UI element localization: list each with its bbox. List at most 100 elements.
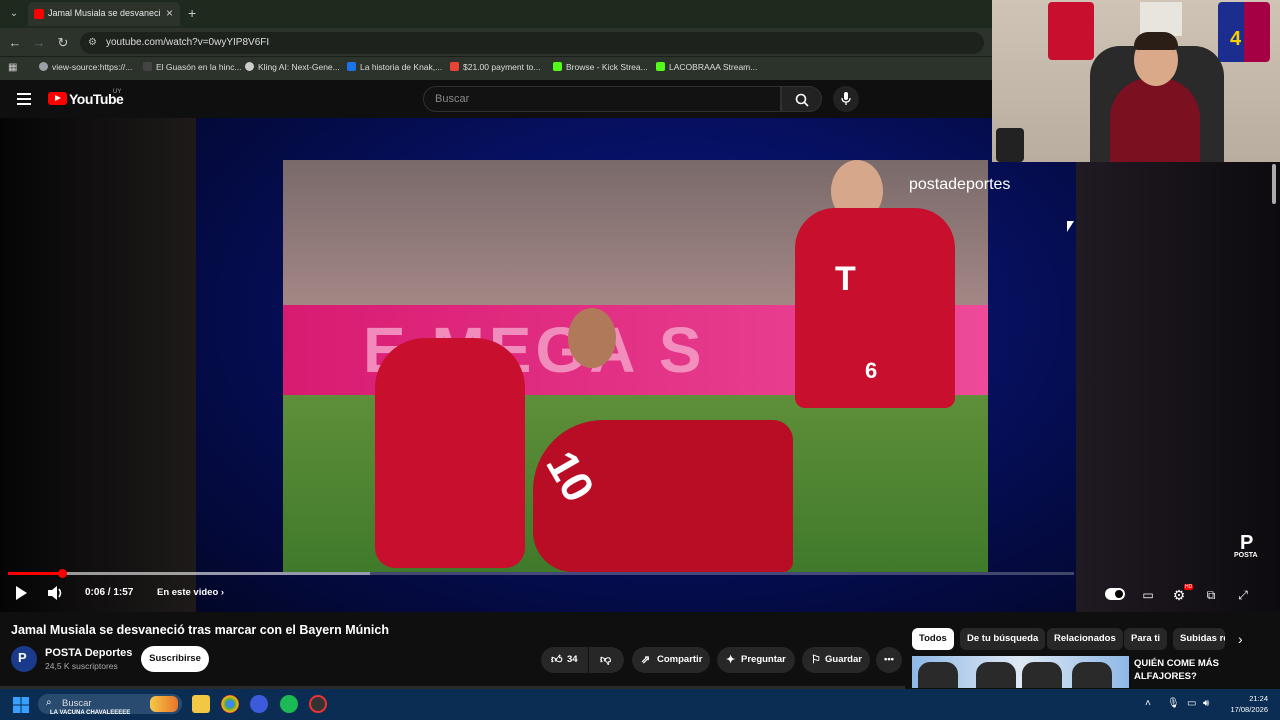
bookmark-item[interactable]: El Guasón en la hinc... (143, 62, 242, 72)
miniplayer-button[interactable]: ⧉ (1202, 585, 1220, 605)
bookmark-label: La historia de Knak,... (360, 62, 443, 72)
progress-played (8, 572, 63, 575)
miniplayer-icon: ⧉ (1206, 588, 1216, 602)
ea-app-icon[interactable] (250, 695, 268, 713)
like-button[interactable]: 👍︎ 34 (541, 647, 588, 673)
bookmark-favicon-icon (143, 62, 152, 71)
thumbnail-person (1072, 662, 1112, 688)
search-icon: ⌕ (46, 697, 52, 708)
bookmark-item[interactable]: view-source:https://... (39, 62, 132, 72)
tab-search-icon[interactable]: ⌄ (6, 6, 22, 22)
chrome-icon[interactable] (221, 695, 239, 713)
video-frame-image: E MEGA S T 6 10 (283, 160, 988, 572)
ask-button[interactable]: ✦ Preguntar (717, 647, 795, 673)
menu-icon[interactable] (17, 93, 31, 105)
clock-date: 17/08/2026 (1230, 705, 1268, 714)
subtitles-icon: ▭ (1142, 588, 1154, 602)
more-actions-button[interactable]: ••• (876, 647, 902, 673)
recommended-title[interactable]: QUIÉN COME MÁS ALFAJORES? (1134, 657, 1274, 683)
new-tab-button[interactable]: + (188, 5, 196, 21)
browser-tab[interactable]: Jamal Musiala se desvaneció tras marcar … (28, 2, 180, 26)
bookmark-item[interactable]: Browse - Kick Strea... (553, 62, 648, 72)
bookmarks-bar: ▦ view-source:https://... El Guasón en l… (0, 56, 992, 80)
save-button[interactable]: ⚐ Guardar (802, 647, 870, 673)
site-info-icon[interactable]: ⚙ (88, 37, 97, 48)
channel-watermark-logo[interactable]: P POSTA (1234, 532, 1264, 562)
close-tab-icon[interactable]: × (166, 6, 173, 20)
mouse-cursor-icon (1067, 221, 1074, 232)
voice-search-button[interactable] (833, 86, 859, 112)
apps-grid-icon[interactable]: ▦ (8, 62, 17, 73)
hd-badge: HD (1184, 584, 1194, 590)
recommended-thumbnail[interactable] (912, 656, 1129, 688)
network-icon[interactable]: ▭ (1187, 698, 1196, 709)
volume-icon (48, 586, 62, 600)
video-player[interactable]: E MEGA S T 6 10 postadeportes P POSTA 0:… (0, 118, 1280, 612)
speaker-icon[interactable]: 🔊︎ (1203, 698, 1209, 709)
bookmark-item[interactable]: LACOBRAAA Stream... (656, 62, 757, 72)
chip-todos[interactable]: Todos (912, 628, 954, 650)
obs-icon[interactable] (309, 695, 327, 713)
bookmark-label: Kling AI: Next-Gene... (258, 62, 340, 72)
subscriber-count: 24,5 K suscriptores (45, 661, 118, 671)
bookmark-item[interactable]: $21.00 payment to... (450, 62, 541, 72)
play-icon (16, 586, 27, 600)
taskbar-search-placeholder: Buscar (62, 698, 92, 709)
channel-avatar[interactable]: P (11, 646, 37, 672)
chip-relacionados[interactable]: Relacionados (1047, 628, 1123, 650)
file-explorer-icon[interactable] (192, 695, 210, 713)
dislike-button[interactable]: 👎︎ (589, 647, 624, 673)
bookmark-favicon-icon (347, 62, 356, 71)
reload-icon[interactable]: ↻ (55, 35, 71, 51)
chapters-label: En este video (157, 587, 219, 598)
page-scrollbar[interactable] (1272, 164, 1276, 204)
bookmark-item[interactable]: Kling AI: Next-Gene... (245, 62, 340, 72)
autoplay-toggle[interactable] (1105, 588, 1125, 600)
save-label: Guardar (825, 654, 862, 665)
search-button[interactable] (781, 86, 822, 112)
channel-name[interactable]: POSTA Deportes (45, 647, 132, 659)
youtube-logo-icon[interactable] (48, 92, 67, 105)
thumbnail-person (976, 662, 1016, 688)
thumbnail-person (1022, 662, 1062, 688)
chevron-up-icon[interactable]: ˄ (1145, 698, 1151, 709)
share-button[interactable]: ⇗ Compartir (632, 647, 710, 673)
chip-de-tu-busqueda[interactable]: De tu búsqueda (960, 628, 1046, 650)
spotify-icon[interactable] (280, 695, 298, 713)
bookmark-icon: ⚐ (811, 654, 821, 666)
video-title: Jamal Musiala se desvaneció tras marcar … (11, 623, 389, 637)
bookmark-item[interactable]: La historia de Knak,... (347, 62, 442, 72)
windows-start-icon[interactable] (13, 697, 29, 713)
search-icon (795, 93, 809, 107)
streamer-hair (1134, 32, 1178, 50)
fullscreen-button[interactable]: ⤢ (1234, 585, 1252, 605)
chevron-right-icon[interactable]: › (1238, 631, 1243, 647)
chevron-right-icon: › (220, 587, 225, 598)
kick-icon (656, 62, 665, 71)
chip-para-ti[interactable]: Para ti (1124, 628, 1168, 650)
jersey-number: 6 (865, 358, 878, 383)
address-toolbar: ← → ↻ ⚙ youtube.com/watch?v=0wyYIP8V6FI (0, 28, 992, 56)
subtitles-button[interactable]: ▭ (1139, 585, 1157, 605)
more-icon: ••• (884, 654, 894, 665)
taskbar-clock[interactable]: 21:24 17/08/2026 (1222, 693, 1268, 715)
gmail-icon (450, 62, 459, 71)
back-icon[interactable]: ← (7, 35, 23, 50)
play-button[interactable] (12, 585, 30, 605)
forward-icon[interactable]: → (31, 35, 47, 50)
bookmark-label: LACOBRAAA Stream... (669, 62, 758, 72)
search-input[interactable]: Buscar (423, 86, 781, 112)
clock-time: 21:24 (1249, 694, 1268, 703)
mute-button[interactable] (46, 585, 66, 605)
bookmark-label: $21.00 payment to... (463, 62, 541, 72)
youtube-header: YouTube UY Buscar (0, 80, 992, 118)
search-highlight-image (150, 696, 178, 712)
chapters-button[interactable]: En este video › (157, 587, 224, 598)
like-count: 34 (567, 654, 578, 665)
omnibox[interactable]: ⚙ youtube.com/watch?v=0wyYIP8V6FI (80, 32, 984, 54)
subscribe-button[interactable]: Suscribirse (141, 646, 209, 672)
tab-strip: ⌄ Jamal Musiala se desvaneció tras marca… (0, 0, 992, 28)
microphone-icon[interactable]: 🎙︎ (1167, 698, 1180, 709)
url-text[interactable]: youtube.com/watch?v=0wyYIP8V6FI (106, 37, 269, 48)
chip-subidas[interactable]: Subidas re (1173, 628, 1225, 650)
